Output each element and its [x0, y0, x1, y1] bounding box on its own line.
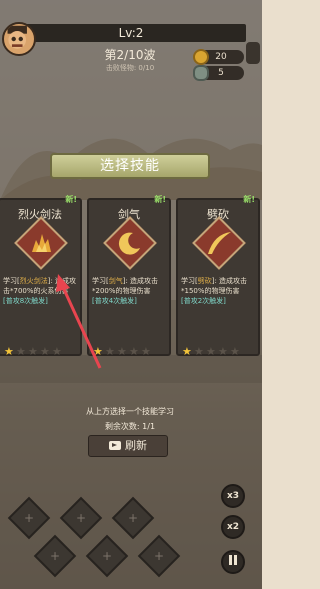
- star-icon: ★: [52, 345, 62, 358]
- star-icon: ★: [4, 345, 14, 358]
- star-icon: ★: [117, 345, 127, 358]
- pause-button[interactable]: [221, 550, 245, 574]
- crescent-icon: [118, 232, 140, 255]
- star-icon: ★: [230, 345, 240, 358]
- skill-description: 学习[烈火剑法]: 造成攻击*700%的火系伤害 [普攻8次触发]: [3, 276, 81, 306]
- skill-description: 学习[劈砍]: 造成攻击*150%的物理伤害 [普攻2次触发]: [181, 276, 259, 306]
- star-icon: ★: [93, 345, 103, 358]
- star-icon: ★: [218, 345, 228, 358]
- slash-icon: [208, 232, 231, 254]
- star-icon: ★: [40, 345, 50, 358]
- plus-icon: +: [127, 511, 139, 525]
- star-rating: ★ ★ ★ ★ ★: [4, 340, 80, 358]
- star-icon: ★: [206, 345, 216, 358]
- skill-description: 学习[剑气]: 造成攻击*200%的物理伤害 [普攻4次触发]: [92, 276, 170, 306]
- gem-value: 5: [218, 68, 224, 78]
- star-icon: ★: [16, 345, 26, 358]
- slime-icon: [193, 65, 209, 81]
- side-tab[interactable]: [246, 42, 260, 64]
- coin-icon: [193, 49, 209, 65]
- new-badge: 新!: [154, 195, 166, 204]
- wave-counter: 第2/10波: [104, 48, 156, 62]
- dialog-title: 选择技能: [50, 153, 210, 179]
- desc-skill: 烈火剑法: [19, 277, 48, 285]
- instruction-text: 从上方选择一个技能学习: [86, 407, 174, 416]
- skill-card-1[interactable]: 新! 烈火剑法 学习[烈火剑法]: 造成攻击*700%的火系伤害 [普攻8次触发…: [0, 195, 82, 358]
- star-rating: ★ ★ ★ ★ ★: [93, 340, 169, 358]
- star-rating: ★ ★ ★ ★ ★: [182, 340, 258, 358]
- coin-value: 20: [215, 52, 227, 62]
- skill-card-3[interactable]: 新! 劈砍 学习[劈砍]: 造成攻击*150%的物理伤害 [普攻2次触发] ★ ★…: [176, 195, 260, 358]
- plus-icon: +: [49, 549, 61, 563]
- plus-icon: +: [153, 549, 165, 563]
- skill-card-2[interactable]: 新! 剑气 学习[剑气]: 造成攻击*200%的物理伤害 [普攻4次触发] ★ ★…: [87, 195, 171, 358]
- speed-x2-button[interactable]: x2: [221, 515, 245, 539]
- star-icon: ★: [105, 345, 115, 358]
- desc-prefix: 学习[: [92, 277, 109, 285]
- avatar[interactable]: [2, 22, 36, 56]
- star-icon: ★: [182, 345, 192, 358]
- desc-prefix: 学习[: [3, 277, 20, 285]
- kill-counter: 击败怪物: 0/10: [105, 64, 155, 72]
- skill-trigger: [普攻4次触发]: [92, 297, 137, 305]
- star-icon: ★: [141, 345, 151, 358]
- plus-icon: +: [101, 549, 113, 563]
- plus-icon: +: [23, 511, 35, 525]
- plus-icon: +: [75, 511, 87, 525]
- desc-skill: 剑气: [108, 277, 123, 285]
- refresh-label: 刷新: [125, 439, 147, 452]
- video-icon: [109, 441, 121, 450]
- star-icon: ★: [194, 345, 204, 358]
- remaining-count: 剩余次数: 1/1: [104, 422, 156, 431]
- refresh-button[interactable]: 刷新: [88, 435, 168, 457]
- flame-icon: [32, 234, 51, 252]
- new-badge: 新!: [243, 195, 255, 204]
- desc-skill: 劈砍: [197, 277, 212, 285]
- speed-x3-button[interactable]: x3: [221, 484, 245, 508]
- star-icon: ★: [28, 345, 38, 358]
- star-icon: ★: [129, 345, 139, 358]
- level-label: Lv:2: [118, 26, 144, 40]
- pause-icon: [229, 555, 237, 565]
- new-badge: 新!: [65, 195, 77, 204]
- skill-trigger: [普攻2次触发]: [181, 297, 226, 305]
- hero-face-icon: [7, 25, 27, 49]
- desc-prefix: 学习[: [181, 277, 198, 285]
- skill-trigger: [普攻8次触发]: [3, 297, 48, 305]
